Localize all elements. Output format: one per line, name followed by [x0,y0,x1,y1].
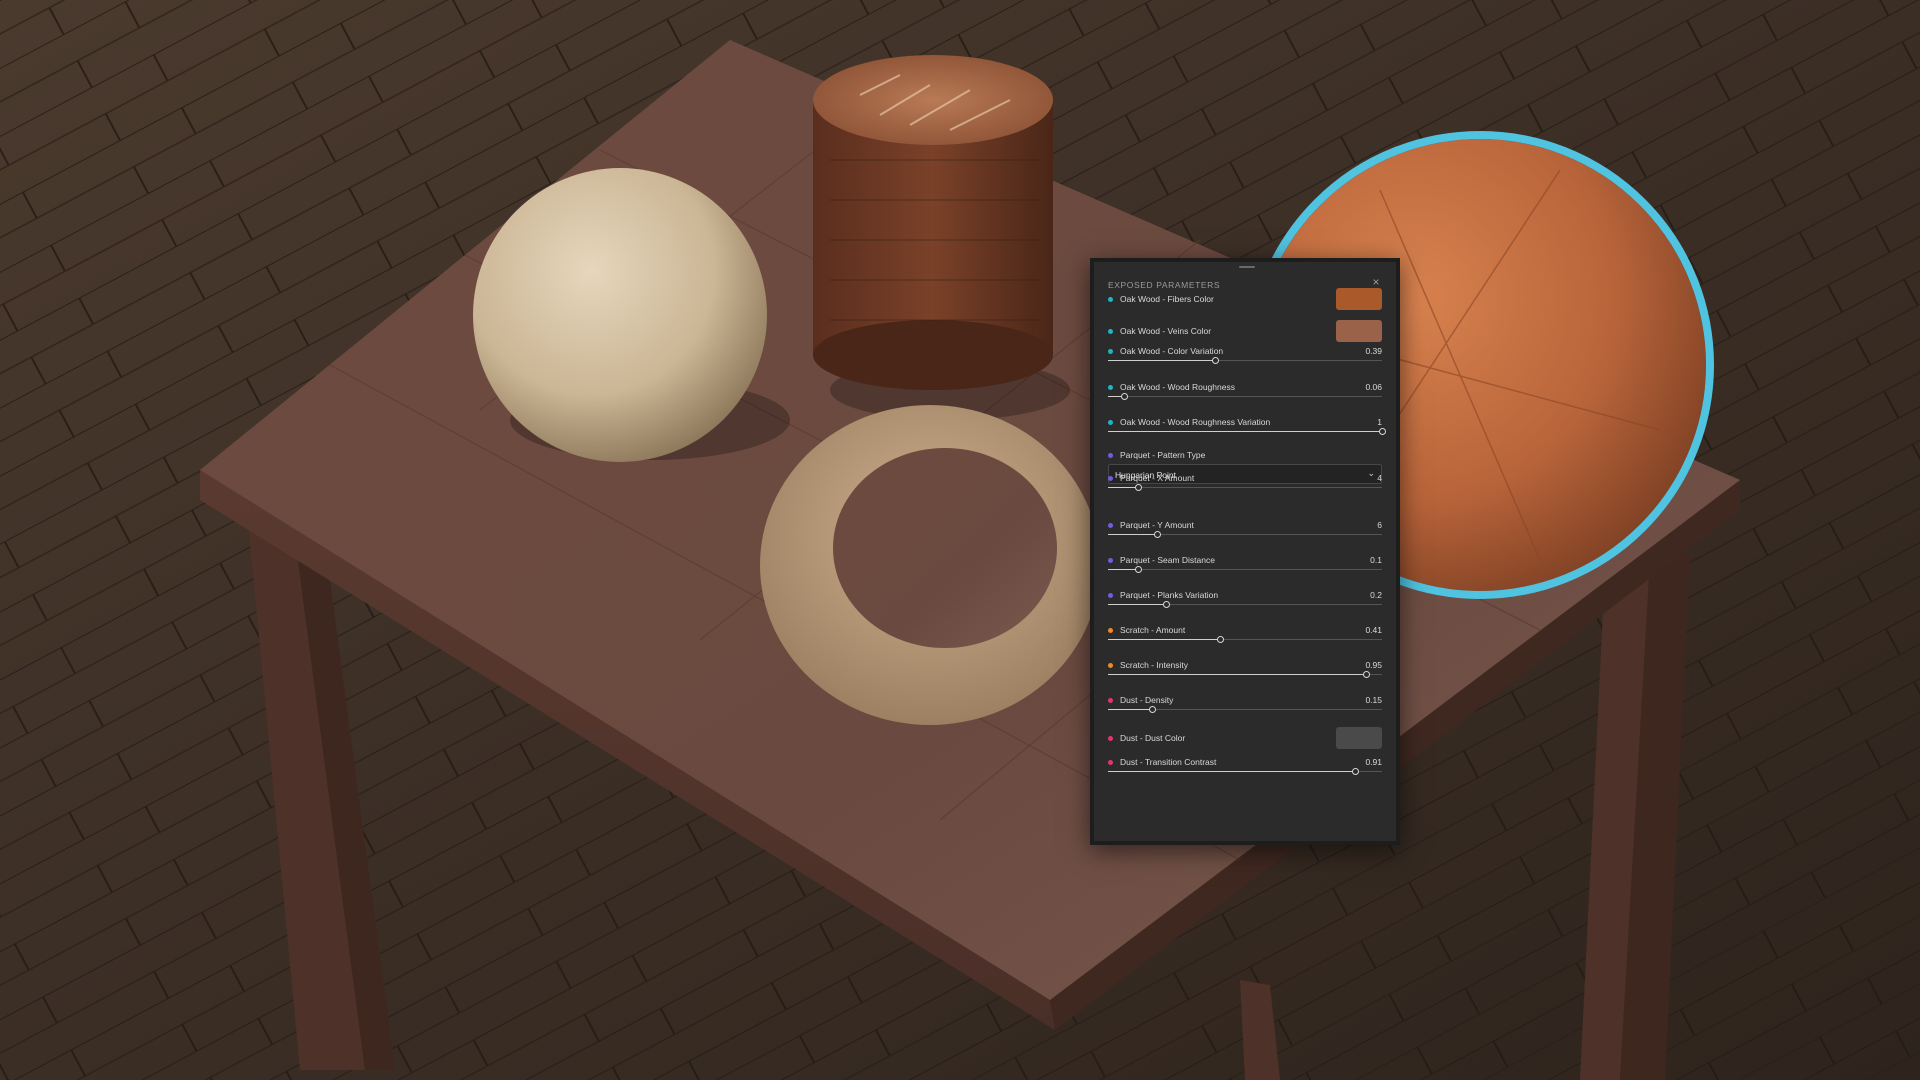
param-row: Parquet - Planks Variation 0.2 [1108,590,1382,620]
param-row: Oak Wood - Color Variation 0.39 [1108,346,1382,376]
param-row: Scratch - Intensity 0.95 [1108,660,1382,690]
param-label: Dust - Density [1120,695,1174,705]
color-swatch[interactable] [1336,727,1382,749]
param-value: 1 [1377,417,1382,427]
param-value: 0.95 [1365,660,1382,670]
slider-track[interactable] [1108,357,1382,364]
param-label: Oak Wood - Fibers Color [1120,294,1214,304]
param-label: Oak Wood - Color Variation [1120,346,1224,356]
group-dot-icon [1108,593,1113,598]
slider-fill [1108,604,1166,605]
slider-fill [1108,709,1152,710]
slider-track[interactable] [1108,531,1382,538]
param-value: 0.91 [1365,757,1382,767]
group-dot-icon [1108,297,1113,302]
group-dot-icon [1108,453,1113,458]
group-dot-icon [1108,476,1113,481]
slider-track[interactable] [1108,636,1382,643]
param-label: Dust - Transition Contrast [1120,757,1217,767]
group-dot-icon [1108,736,1113,741]
group-dot-icon [1108,628,1113,633]
param-row: Scratch - Amount 0.41 [1108,625,1382,655]
slider-handle[interactable] [1154,531,1162,538]
slider-fill [1108,487,1139,488]
slider-fill [1108,639,1221,640]
slider-fill [1108,771,1355,772]
group-dot-icon [1108,698,1113,703]
slider-track[interactable] [1108,706,1382,713]
parameter-list: Oak Wood - Fibers Color Oak Wood - Veins … [1108,262,1386,841]
group-dot-icon [1108,420,1113,425]
param-value: 0.39 [1365,346,1382,356]
param-value: 6 [1377,520,1382,530]
slider-fill [1108,534,1158,535]
param-label: Parquet - X Amount [1120,473,1195,483]
slider-handle[interactable] [1379,428,1386,435]
group-dot-icon [1108,760,1113,765]
slider-handle[interactable] [1135,566,1143,573]
color-swatch[interactable] [1336,288,1382,310]
slider-handle[interactable] [1135,484,1143,491]
slider-track[interactable] [1108,601,1382,608]
param-label: Oak Wood - Wood Roughness [1120,382,1235,392]
param-label: Oak Wood - Veins Color [1120,326,1212,336]
param-row: Parquet - Seam Distance 0.1 [1108,555,1382,585]
param-label: Scratch - Intensity [1120,660,1189,670]
slider-track[interactable] [1108,566,1382,573]
slider-fill [1108,431,1382,432]
param-value: 4 [1377,473,1382,483]
slider-fill [1108,569,1139,570]
slider-track[interactable] [1108,484,1382,491]
color-swatch[interactable] [1336,320,1382,342]
group-dot-icon [1108,385,1113,390]
slider-handle[interactable] [1121,393,1129,400]
param-label: Oak Wood - Wood Roughness Variation [1120,417,1271,427]
param-value: 0.41 [1365,625,1382,635]
param-row: Oak Wood - Fibers Color [1108,288,1382,321]
exposed-parameters-panel: EXPOSED PARAMETERS × Oak Wood - Fibers C… [1090,258,1400,845]
param-value: 0.1 [1370,555,1382,565]
param-row: Oak Wood - Wood Roughness 0.06 [1108,382,1382,412]
param-row: Dust - Transition Contrast 0.91 [1108,757,1382,787]
param-label: Parquet - Seam Distance [1120,555,1215,565]
param-row: Parquet - X Amount 4 [1108,473,1382,503]
slider-track[interactable] [1108,428,1386,435]
slider-handle[interactable] [1148,706,1156,713]
param-row: Parquet - Y Amount 6 [1108,520,1382,550]
param-label: Parquet - Pattern Type [1120,450,1206,460]
slider-track[interactable] [1108,393,1382,400]
slider-handle[interactable] [1217,636,1225,643]
slider-track[interactable] [1108,768,1382,775]
slider-fill [1108,360,1215,361]
param-row: Dust - Density 0.15 [1108,695,1382,725]
param-value: 0.15 [1365,695,1382,705]
group-dot-icon [1108,523,1113,528]
slider-handle[interactable] [1362,671,1370,678]
slider-fill [1108,674,1366,675]
param-label: Parquet - Planks Variation [1120,590,1219,600]
group-dot-icon [1108,329,1113,334]
group-dot-icon [1108,349,1113,354]
group-dot-icon [1108,663,1113,668]
param-value: 0.06 [1365,382,1382,392]
scene-render [0,0,1920,1080]
slider-track[interactable] [1108,671,1382,678]
param-label: Dust - Dust Color [1120,733,1186,743]
slider-handle[interactable] [1351,768,1359,775]
param-value: 0.2 [1370,590,1382,600]
param-row: Oak Wood - Wood Roughness Variation 1 [1108,417,1386,447]
slider-handle[interactable] [1211,357,1219,364]
param-label: Parquet - Y Amount [1120,520,1194,530]
param-row: Dust - Dust Color [1108,727,1382,760]
group-dot-icon [1108,558,1113,563]
slider-handle[interactable] [1162,601,1170,608]
param-label: Scratch - Amount [1120,625,1186,635]
